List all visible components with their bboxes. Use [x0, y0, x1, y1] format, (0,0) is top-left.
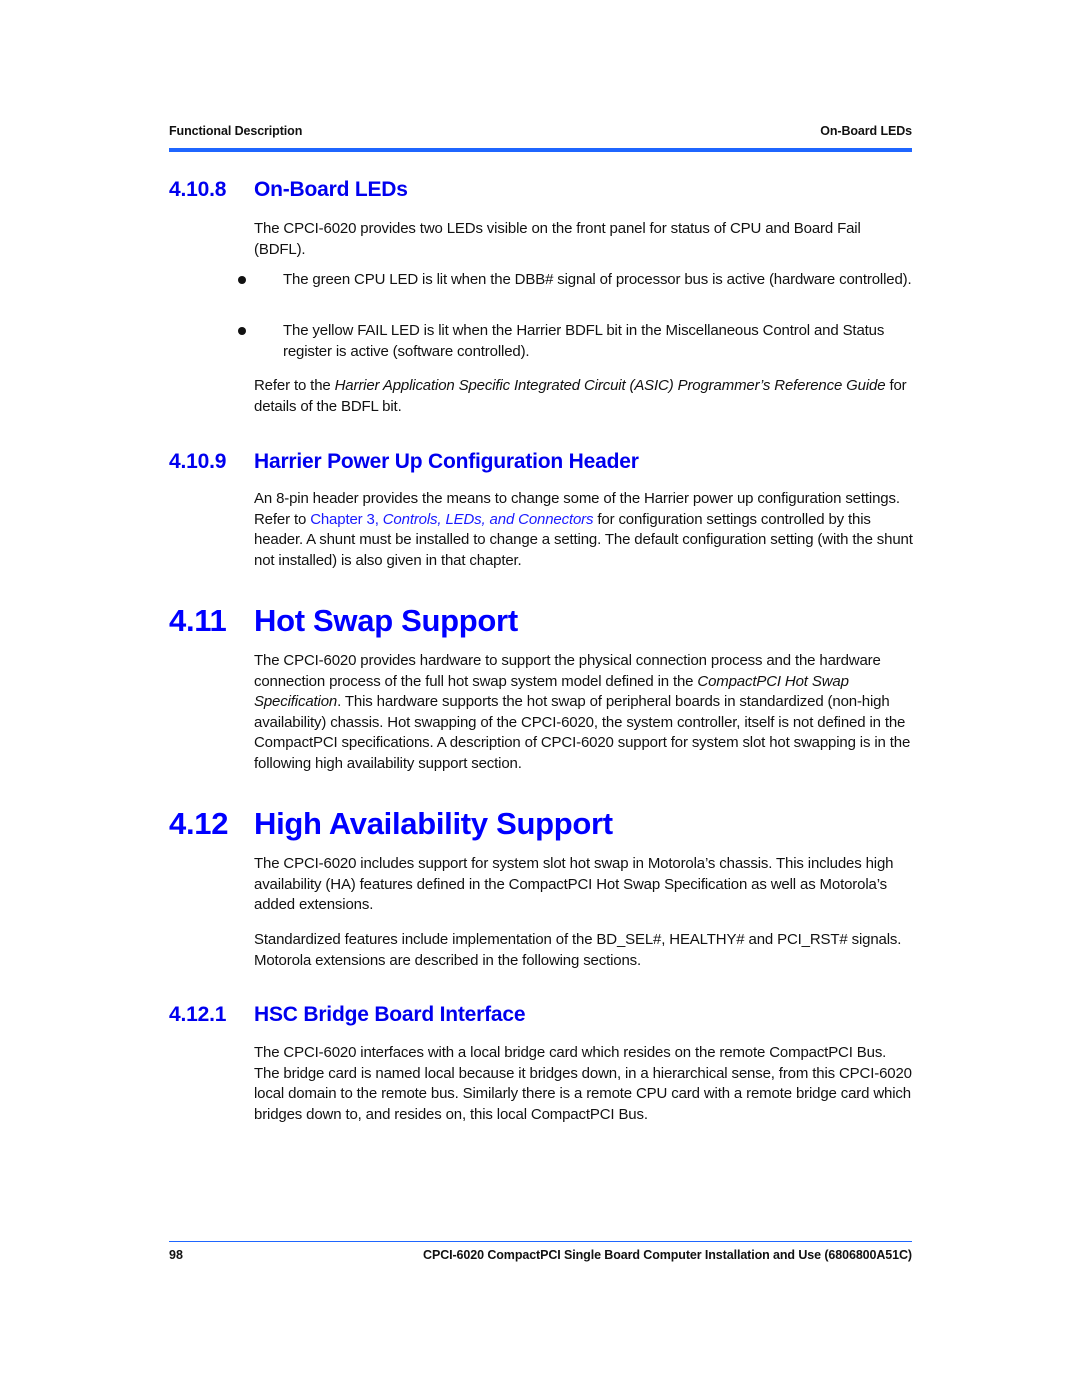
footer-document-title: CPCI-6020 CompactPCI Single Board Comput… — [423, 1248, 912, 1262]
high-availability-paragraph-2: Standardized features include implementa… — [254, 931, 902, 969]
heading-onboard-leds: 4.10.8 On-Board LEDs — [169, 178, 408, 202]
reference-guide-title: Harrier Application Specific Integrated … — [334, 377, 886, 394]
heading-number: 4.11 — [169, 603, 227, 638]
hsc-bridge-paragraph: The CPCI-6020 interfaces with a local br… — [254, 1044, 912, 1123]
hot-swap-paragraph: The CPCI-6020 provides hardware to suppo… — [254, 651, 914, 775]
heading-high-availability-support: 4.12 High Availability Support — [169, 806, 613, 842]
chapter-3-link[interactable]: Chapter 3, Controls, LEDs, and Connector… — [310, 511, 593, 528]
heading-number: 4.10.8 — [169, 178, 227, 201]
bullet-text: The green CPU LED is lit when the DBB# s… — [283, 271, 912, 288]
header-chapter-title: Functional Description — [169, 124, 303, 138]
heading-title: Harrier Power Up Configuration Header — [254, 450, 639, 473]
header-section-title: On-Board LEDs — [820, 124, 912, 138]
heading-number: 4.10.9 — [169, 450, 227, 473]
high-availability-paragraph-1: The CPCI-6020 includes support for syste… — [254, 855, 894, 914]
heading-hsc-bridge-board-interface: 4.12.1 HSC Bridge Board Interface — [169, 1003, 526, 1027]
refer-prefix: Refer to the — [254, 377, 335, 394]
page-number: 98 — [169, 1248, 183, 1262]
hot-swap-text-2: . This hardware supports the hot swap of… — [254, 693, 911, 772]
heading-title: HSC Bridge Board Interface — [254, 1003, 526, 1026]
header-rule — [169, 148, 912, 152]
heading-title: Hot Swap Support — [254, 603, 518, 638]
footer-rule — [169, 1241, 912, 1242]
list-item: The green CPU LED is lit when the DBB# s… — [238, 270, 914, 291]
list-item: The yellow FAIL LED is lit when the Harr… — [238, 321, 914, 362]
heading-number: 4.12.1 — [169, 1003, 227, 1026]
bullet-icon — [238, 276, 246, 284]
heading-number: 4.12 — [169, 806, 229, 841]
link-chapter[interactable]: Chapter 3, — [310, 511, 383, 528]
bullet-text: The yellow FAIL LED is lit when the Harr… — [283, 322, 885, 360]
harrier-config-paragraph: An 8-pin header provides the means to ch… — [254, 489, 914, 571]
link-title[interactable]: Controls, LEDs, and Connectors — [383, 511, 594, 528]
bullet-icon — [238, 327, 246, 335]
heading-title: High Availability Support — [254, 806, 613, 841]
heading-hot-swap-support: 4.11 Hot Swap Support — [169, 603, 518, 639]
onboard-leds-refer: Refer to the Harrier Application Specifi… — [254, 376, 914, 417]
onboard-leds-intro: The CPCI-6020 provides two LEDs visible … — [254, 220, 861, 258]
heading-harrier-config-header: 4.10.9 Harrier Power Up Configuration Hea… — [169, 450, 639, 474]
heading-title: On-Board LEDs — [254, 178, 408, 201]
